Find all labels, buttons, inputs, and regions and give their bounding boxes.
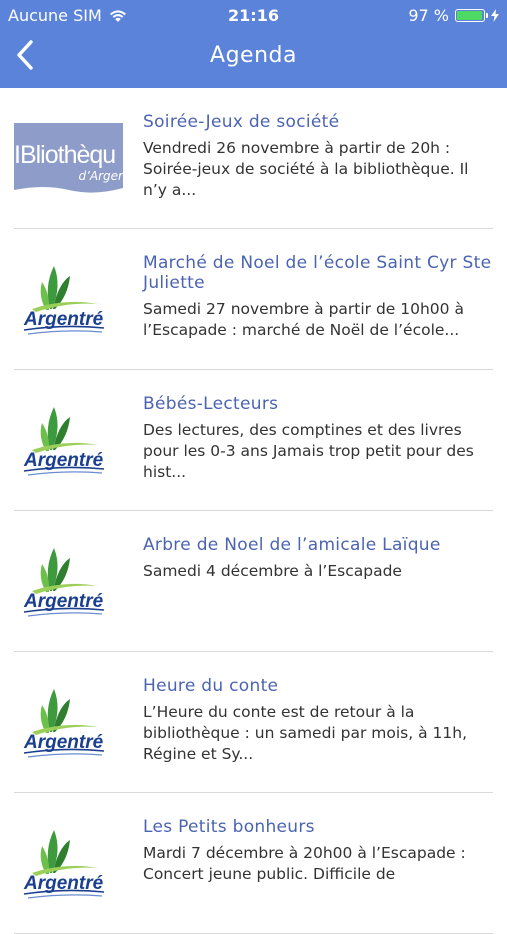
event-thumbnail: IBliothèqu d’Arger — [14, 123, 123, 196]
logo-wave — [14, 187, 123, 196]
event-thumbnail: Argentré — [14, 828, 123, 901]
event-description: Des lectures, des comptines et des livre… — [143, 421, 474, 481]
event-thumbnail: Argentré — [14, 687, 123, 760]
event-title: Les Petits bonheurs — [143, 817, 315, 837]
bibliotheque-logo: IBliothèqu d’Arger — [14, 123, 123, 196]
event-list-item[interactable]: Argentré Bébés-Lecteurs Des lectures, des… — [0, 370, 507, 511]
status-bar: Aucune SIM 21:16 97 % — [0, 0, 507, 30]
event-text: Bébés-Lecteurs Des lectures, des comptine… — [143, 394, 495, 483]
argentre-logo: Argentré — [23, 830, 105, 899]
event-title: Soirée-Jeux de société — [143, 112, 340, 132]
event-description: Samedi 27 novembre à partir de 10h00 à l… — [143, 300, 464, 339]
battery-tip — [486, 13, 488, 18]
event-list-item[interactable]: IBliothèqu d’Arger Soirée-Jeux de sociét… — [0, 88, 507, 229]
argentre-logo: Argentré — [23, 266, 105, 335]
page-title: Agenda — [210, 43, 297, 68]
event-description: L’Heure du conte est de retour à la bibl… — [143, 703, 468, 763]
argentre-logo: Argentré — [23, 548, 105, 617]
logo-text: IBliothèqu — [14, 141, 116, 169]
argentre-logo: Argentré — [23, 689, 105, 758]
event-title: Arbre de Noel de l’amicale Laïque — [143, 535, 441, 555]
event-description: Mardi 7 décembre à 20h00 à l’Escapade : … — [143, 844, 466, 883]
battery-icon — [455, 9, 488, 22]
event-list: IBliothèqu d’Arger Soirée-Jeux de sociét… — [0, 88, 507, 934]
battery-fill — [457, 11, 482, 20]
event-text: Marché de Noel de l’école Saint Cyr Ste … — [143, 253, 495, 341]
event-title: Heure du conte — [143, 676, 279, 696]
event-list-item[interactable]: Argentré Heure du conte L’Heure du conte … — [0, 652, 507, 793]
charging-bolt-icon — [491, 9, 499, 22]
event-text: Soirée-Jeux de société Vendredi 26 novemb… — [143, 112, 495, 201]
navigation-bar: Agenda — [0, 34, 507, 78]
event-thumbnail: Argentré — [14, 405, 123, 478]
event-text: Arbre de Noel de l’amicale Laïque Samedi … — [143, 535, 495, 582]
event-text: Les Petits bonheurs Mardi 7 décembre à 20… — [143, 817, 495, 885]
event-list-item[interactable]: Argentré Arbre de Noel de l’amicale Laïq… — [0, 511, 507, 652]
top-bar: Aucune SIM 21:16 97 % Agenda — [0, 0, 507, 88]
argentre-logo: Argentré — [23, 407, 105, 476]
event-thumbnail: Argentré — [14, 546, 123, 619]
event-text: Heure du conte L’Heure du conte est de re… — [143, 676, 495, 765]
event-thumbnail: Argentré — [14, 264, 123, 337]
battery-percent: 97 % — [408, 6, 449, 25]
status-right: 97 % — [408, 6, 499, 25]
event-title: Marché de Noel de l’école Saint Cyr Ste … — [143, 253, 492, 293]
event-description: Vendredi 26 novembre à partir de 20h : S… — [143, 139, 469, 199]
event-description: Samedi 4 décembre à l’Escapade — [143, 562, 402, 580]
logo-subtext: d’Arger — [78, 169, 123, 183]
event-title: Bébés-Lecteurs — [143, 394, 279, 414]
event-list-item[interactable]: Argentré Marché de Noel de l’école Saint… — [0, 229, 507, 370]
event-list-item[interactable]: Argentré Les Petits bonheurs Mardi 7 déce… — [0, 793, 507, 934]
